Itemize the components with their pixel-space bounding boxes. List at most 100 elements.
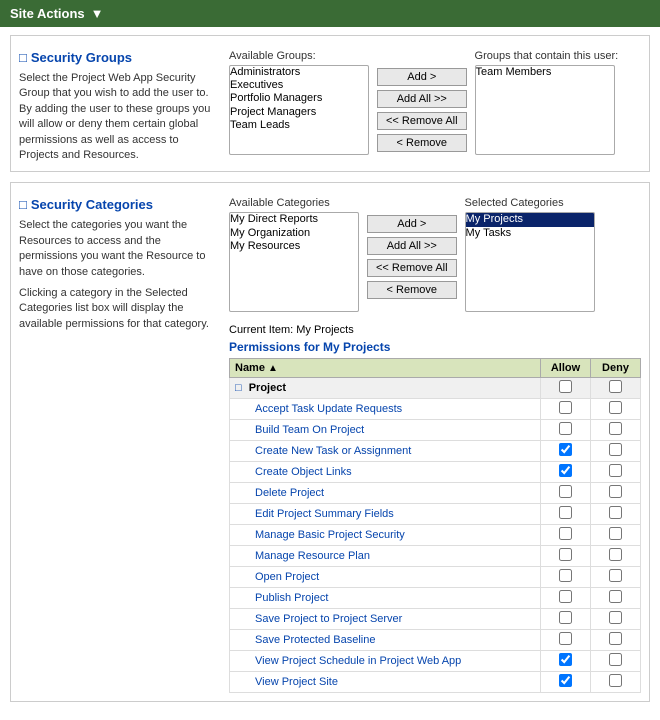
- selected-groups-select[interactable]: Team Members: [475, 65, 615, 155]
- perm-allow-checkbox[interactable]: [559, 443, 572, 456]
- security-categories-right: Available Categories My Direct ReportsMy…: [229, 197, 641, 693]
- perm-name-cell: Publish Project: [230, 588, 541, 609]
- perm-allow-cell: [541, 504, 591, 525]
- selected-groups-label: Groups that contain this user:: [475, 50, 619, 62]
- perm-allow-cell: [541, 672, 591, 693]
- perm-deny-checkbox[interactable]: [609, 401, 622, 414]
- security-groups-section: □ Security Groups Select the Project Web…: [10, 35, 650, 172]
- perm-deny-cell: [591, 441, 641, 462]
- site-actions-label: Site Actions: [10, 6, 85, 21]
- perm-deny-checkbox[interactable]: [609, 548, 622, 561]
- perm-deny-checkbox[interactable]: [609, 422, 622, 435]
- perm-allow-checkbox[interactable]: [559, 548, 572, 561]
- remove-group-button[interactable]: < Remove: [377, 134, 467, 152]
- perm-allow-checkbox[interactable]: [559, 527, 572, 540]
- security-groups-title: □ Security Groups: [19, 50, 219, 65]
- perm-name-cell: Accept Task Update Requests: [230, 399, 541, 420]
- group-allow-checkbox[interactable]: [559, 380, 572, 393]
- add-group-button[interactable]: Add >: [377, 68, 467, 86]
- perm-link[interactable]: Save Project to Project Server: [255, 613, 402, 625]
- groups-lists-row: Available Groups: AdministratorsExecutiv…: [229, 50, 641, 155]
- table-row: View Project Site: [230, 672, 641, 693]
- perm-deny-checkbox[interactable]: [609, 464, 622, 477]
- perm-link[interactable]: Create Object Links: [255, 466, 352, 478]
- perm-allow-checkbox[interactable]: [559, 464, 572, 477]
- top-bar: Site Actions ▼: [0, 0, 660, 27]
- perm-name-cell: Save Project to Project Server: [230, 609, 541, 630]
- perm-allow-checkbox[interactable]: [559, 653, 572, 666]
- perm-allow-checkbox[interactable]: [559, 590, 572, 603]
- perm-link[interactable]: Manage Resource Plan: [255, 550, 370, 562]
- perm-allow-checkbox[interactable]: [559, 632, 572, 645]
- perm-deny-checkbox[interactable]: [609, 611, 622, 624]
- perm-deny-cell: [591, 630, 641, 651]
- perm-allow-checkbox[interactable]: [559, 569, 572, 582]
- perm-name-cell: Create Object Links: [230, 462, 541, 483]
- remove-all-categories-button[interactable]: << Remove All: [367, 259, 457, 277]
- perm-deny-checkbox[interactable]: [609, 590, 622, 603]
- perm-name-cell: Create New Task or Assignment: [230, 441, 541, 462]
- available-groups-container: Available Groups: AdministratorsExecutiv…: [229, 50, 369, 155]
- remove-category-button[interactable]: < Remove: [367, 281, 457, 299]
- security-categories-description1: Select the categories you want the Resou…: [19, 218, 219, 280]
- perm-deny-checkbox[interactable]: [609, 674, 622, 687]
- selected-categories-select[interactable]: My ProjectsMy Tasks: [465, 212, 595, 312]
- perm-allow-checkbox[interactable]: [559, 401, 572, 414]
- table-row: Save Project to Project Server: [230, 609, 641, 630]
- table-row: Edit Project Summary Fields: [230, 504, 641, 525]
- perm-deny-cell: [591, 651, 641, 672]
- perm-deny-checkbox[interactable]: [609, 485, 622, 498]
- perm-link[interactable]: View Project Site: [255, 676, 338, 688]
- remove-all-groups-button[interactable]: << Remove All: [377, 112, 467, 130]
- table-row: Create Object Links: [230, 462, 641, 483]
- available-groups-select[interactable]: AdministratorsExecutivesPortfolio Manage…: [229, 65, 369, 155]
- perm-allow-cell: [541, 462, 591, 483]
- perm-allow-checkbox[interactable]: [559, 611, 572, 624]
- perm-allow-cell: [541, 651, 591, 672]
- perm-allow-checkbox[interactable]: [559, 674, 572, 687]
- perm-link[interactable]: Edit Project Summary Fields: [255, 508, 394, 520]
- perm-deny-checkbox[interactable]: [609, 527, 622, 540]
- add-category-button[interactable]: Add >: [367, 215, 457, 233]
- perm-allow-cell: [541, 420, 591, 441]
- perm-deny-cell: [591, 462, 641, 483]
- perm-link[interactable]: Save Protected Baseline: [255, 634, 375, 646]
- col-header-name[interactable]: Name ▲: [230, 359, 541, 378]
- perm-name-cell: Delete Project: [230, 483, 541, 504]
- perm-link[interactable]: Publish Project: [255, 592, 328, 604]
- perm-link[interactable]: Open Project: [255, 571, 319, 583]
- perm-allow-checkbox[interactable]: [559, 422, 572, 435]
- add-all-categories-button[interactable]: Add All >>: [367, 237, 457, 255]
- available-categories-select[interactable]: My Direct ReportsMy OrganizationMy Resou…: [229, 212, 359, 312]
- perm-deny-checkbox[interactable]: [609, 569, 622, 582]
- perm-allow-cell: [541, 525, 591, 546]
- perm-link[interactable]: Create New Task or Assignment: [255, 445, 411, 457]
- site-actions-dropdown-icon[interactable]: ▼: [91, 6, 104, 21]
- perm-deny-checkbox[interactable]: [609, 632, 622, 645]
- perm-deny-cell: [591, 504, 641, 525]
- perm-link[interactable]: Build Team On Project: [255, 424, 364, 436]
- perm-link[interactable]: Delete Project: [255, 487, 324, 499]
- perm-link[interactable]: Accept Task Update Requests: [255, 403, 402, 415]
- security-groups-right: Available Groups: AdministratorsExecutiv…: [229, 50, 641, 163]
- perm-allow-checkbox[interactable]: [559, 506, 572, 519]
- perm-deny-checkbox[interactable]: [609, 506, 622, 519]
- group-deny-cell: [591, 378, 641, 399]
- col-header-deny[interactable]: Deny: [591, 359, 641, 378]
- perm-allow-checkbox[interactable]: [559, 485, 572, 498]
- group-label: □ Project: [230, 378, 541, 399]
- perm-deny-checkbox[interactable]: [609, 443, 622, 456]
- collapse-icon-categories[interactable]: □: [19, 197, 27, 212]
- expand-icon[interactable]: □: [235, 382, 242, 394]
- perm-deny-checkbox[interactable]: [609, 653, 622, 666]
- col-header-allow[interactable]: Allow: [541, 359, 591, 378]
- perm-deny-cell: [591, 567, 641, 588]
- perm-link[interactable]: Manage Basic Project Security: [255, 529, 405, 541]
- add-all-groups-button[interactable]: Add All >>: [377, 90, 467, 108]
- perm-link[interactable]: View Project Schedule in Project Web App: [255, 655, 461, 667]
- perm-allow-cell: [541, 483, 591, 504]
- collapse-icon-groups[interactable]: □: [19, 50, 27, 65]
- categories-buttons: Add > Add All >> << Remove All < Remove: [367, 197, 457, 299]
- security-categories-description2: Clicking a category in the Selected Cate…: [19, 286, 219, 332]
- group-deny-checkbox[interactable]: [609, 380, 622, 393]
